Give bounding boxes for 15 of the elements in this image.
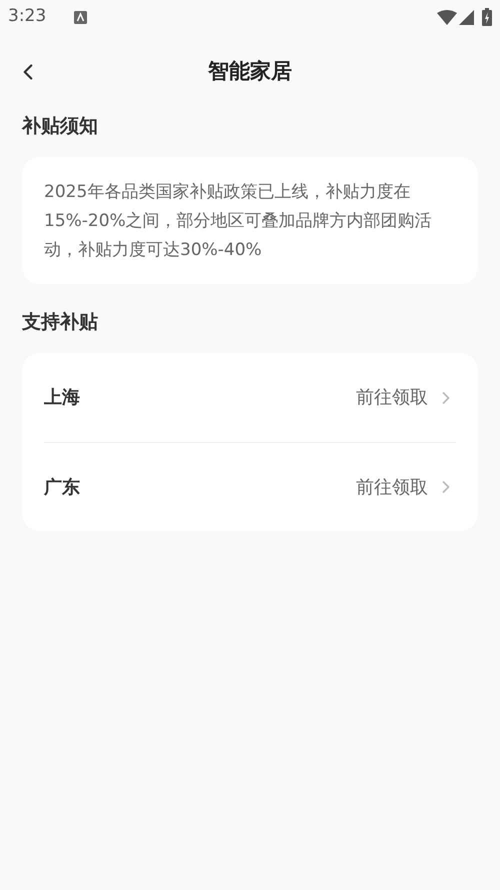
status-time: 3:23 <box>8 5 46 28</box>
region-name: 上海 <box>44 386 80 410</box>
section-heading: 补贴须知 <box>22 114 99 139</box>
region-row[interactable]: 广东 前往领取 <box>44 442 456 531</box>
claim-link[interactable]: 前往领取 <box>356 474 428 500</box>
notice-text: 2025年各品类国家补贴政策已上线，补贴力度在15%-20%之间，部分地区可叠加品牌方内部团购活动，补贴力度可达30%-40% <box>44 181 433 262</box>
signal-icon <box>459 10 474 24</box>
page-title: 智能家居 <box>208 58 292 86</box>
claim-link[interactable]: 前往领取 <box>356 384 428 411</box>
region-name: 广东 <box>44 476 80 500</box>
section-heading: 支持补贴 <box>22 310 99 335</box>
battery-icon <box>482 8 492 26</box>
notification-icon <box>74 10 88 24</box>
region-row[interactable]: 上海 前往领取 <box>44 353 456 442</box>
wifi-icon <box>437 10 457 24</box>
